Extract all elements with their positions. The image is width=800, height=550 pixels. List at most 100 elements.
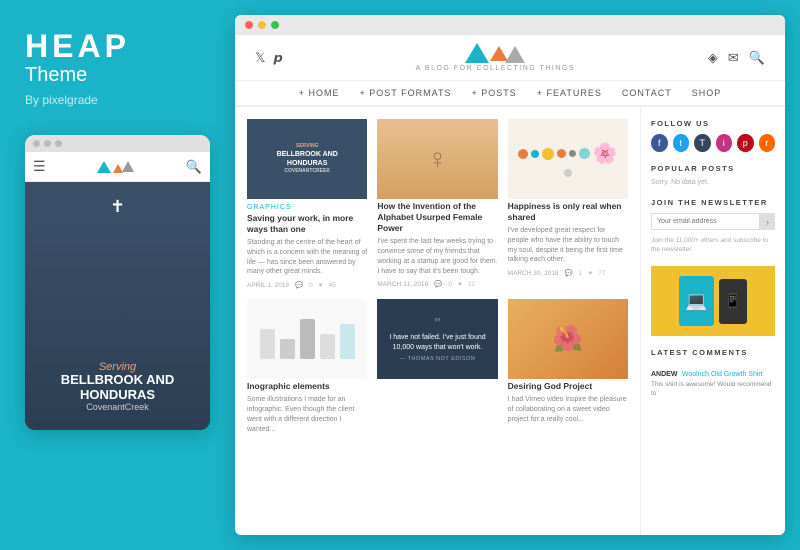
post-card: 🌸 Happiness is only real when shared I'v…: [508, 119, 628, 289]
nav-post-formats[interactable]: + POST FORMATS: [360, 88, 452, 98]
comment-icon: 💬: [434, 280, 442, 288]
mobile-header: ☰ 🔍: [25, 152, 210, 182]
browser-dot-close[interactable]: [245, 21, 253, 29]
pinterest-icon[interactable]: 𝙥: [273, 50, 282, 66]
logo-triangle-grey: [505, 46, 525, 63]
mobile-post-title: BELLBROOK AND HONDURAS: [35, 373, 200, 402]
search-icon[interactable]: 🔍: [749, 50, 765, 66]
comment-count: 0: [448, 281, 452, 288]
mobile-logo: [97, 161, 134, 173]
rss-icon[interactable]: ◈: [708, 50, 718, 66]
post-excerpt: Standing at the centre of the heart of w…: [247, 238, 367, 277]
post-date: MARCH 31, 2018: [377, 281, 428, 288]
logo-tri-teal: [97, 161, 111, 173]
browser-dot-minimize[interactable]: [258, 21, 266, 29]
sidebar-ad[interactable]: 💻 📱: [651, 266, 775, 336]
nav-features[interactable]: + FEATURES: [537, 88, 602, 98]
newsletter-title: JOIN THE NEWSLETTER: [651, 198, 775, 207]
site-header: 𝕏 𝙥 A BLOG FOR COLLECTING THINGS ◈ ✉ 🔍 +…: [235, 35, 785, 107]
post-image-alphabet: ♀: [377, 119, 497, 199]
site-header-top: 𝕏 𝙥 A BLOG FOR COLLECTING THINGS ◈ ✉ 🔍: [235, 35, 785, 80]
bellbrook-text: Serving BELLBROOK AND HONDURAS CovenantC…: [272, 138, 343, 179]
twitter-icon[interactable]: 𝕏: [255, 50, 265, 66]
post-title: Desiring God Project: [508, 381, 628, 392]
post-excerpt: Some illustrations I made for an infogra…: [247, 395, 367, 434]
post-meta: MARCH 31, 2018 💬 0 ♥ 22: [377, 280, 497, 288]
header-social-icons: 𝕏 𝙥: [255, 50, 283, 66]
posts-grid: Serving BELLBROOK AND HONDURAS CovenantC…: [247, 119, 628, 435]
comment-count: 1: [579, 270, 583, 277]
post-excerpt: I had Vimeo video inspire the pleasure o…: [508, 395, 628, 424]
post-excerpt: I've spent the last few weeks trying to …: [377, 237, 497, 276]
logo-triangles: [465, 43, 525, 63]
post-title: Saving your work, in more ways than one: [247, 213, 367, 235]
site-logo: A BLOG FOR COLLECTING THINGS: [416, 43, 575, 72]
post-card: " I have not failed. I've just found 10,…: [377, 299, 497, 434]
header-right-icons: ◈ ✉ 🔍: [708, 50, 765, 66]
post-meta: APRIL 1, 2018 💬 0 ♥ 45: [247, 281, 367, 289]
mobile-top-bar: [25, 135, 210, 152]
sidebar: FOLLOW US f t T i p r POPULAR POSTS Sorr…: [640, 107, 785, 535]
mobile-search-icon[interactable]: 🔍: [186, 159, 202, 175]
latest-comments-title: LATEST COMMENTS: [651, 348, 775, 357]
mobile-post-sub: CovenantCreek: [35, 402, 200, 412]
content-area: Serving BELLBROOK AND HONDURAS CovenantC…: [235, 107, 640, 535]
comment-icon: 💬: [565, 269, 573, 277]
like-icon: ♥: [458, 281, 462, 288]
like-count: 77: [598, 270, 605, 277]
nav-shop[interactable]: SHOP: [692, 88, 722, 98]
site-tagline: A BLOG FOR COLLECTING THINGS: [416, 65, 575, 72]
infographic-shapes: [260, 319, 355, 359]
mobile-content: ✝ Serving BELLBROOK AND HONDURAS Covenan…: [25, 182, 210, 430]
post-image-desiring: 🌺: [508, 299, 628, 379]
post-image-infographic: [247, 299, 367, 379]
follow-facebook[interactable]: f: [651, 134, 668, 152]
left-panel: HEAP Theme By pixelgrade ☰ 🔍 ✝ Servin: [0, 0, 235, 550]
follow-rss[interactable]: r: [759, 134, 776, 152]
mobile-preview: ☰ 🔍 ✝ Serving BELLBROOK AND HONDURAS: [25, 135, 210, 430]
hamburger-icon[interactable]: ☰: [33, 158, 46, 175]
mobile-text-overlay: Serving BELLBROOK AND HONDURAS CovenantC…: [25, 361, 210, 412]
post-card: Serving BELLBROOK AND HONDURAS CovenantC…: [247, 119, 367, 289]
quote-attribution: — THOMAS NOT EDISON: [385, 356, 489, 362]
like-count: 45: [329, 282, 336, 289]
brand-subtitle: Theme: [25, 64, 210, 87]
mobile-dot-3: [55, 140, 62, 147]
nav-home[interactable]: + HOME: [299, 88, 340, 98]
quote-body: I have not failed. I've just found 10,00…: [385, 333, 489, 353]
post-title: Inographic elements: [247, 381, 367, 392]
popular-posts-empty: Sorry. No data yet.: [651, 179, 775, 186]
alphabet-inner: ♀: [377, 119, 497, 199]
follow-instagram[interactable]: i: [716, 134, 733, 152]
newsletter-input[interactable]: [651, 213, 760, 230]
post-card: 🌺 Desiring God Project I had Vimeo video…: [508, 299, 628, 434]
follow-tumblr[interactable]: T: [694, 134, 711, 152]
comment-product[interactable]: Woolrich Old Growth Shirt: [682, 371, 763, 378]
site-main: Serving BELLBROOK AND HONDURAS CovenantC…: [235, 107, 785, 535]
desiring-shapes: 🌺: [552, 325, 583, 354]
post-title: How the Invention of the Alphabet Usurpe…: [377, 201, 497, 234]
browser-dot-maximize[interactable]: [271, 21, 279, 29]
newsletter-submit-button[interactable]: ›: [760, 213, 775, 230]
comment-entry: ANDEW Woolrich Old Growth Shirt This shi…: [651, 363, 775, 398]
like-icon: ♥: [319, 282, 323, 289]
post-date: APRIL 1, 2018: [247, 282, 289, 289]
post-title: Happiness is only real when shared: [508, 201, 628, 223]
popular-posts-title: POPULAR POSTS: [651, 164, 775, 173]
newsletter-desc: Join the 11,000+ others and subscribe to…: [651, 236, 775, 254]
post-card: Inographic elements Some illustrations I…: [247, 299, 367, 434]
brand-title: HEAP: [25, 30, 210, 62]
right-panel: 𝕏 𝙥 A BLOG FOR COLLECTING THINGS ◈ ✉ 🔍 +…: [235, 15, 785, 535]
post-category: GRAPHICS: [247, 204, 367, 211]
comment-count: 0: [309, 282, 313, 289]
comment-text: This shirt is awesome! Would recommend t…: [651, 381, 775, 398]
quote-mark: ": [385, 317, 489, 333]
site-nav: + HOME + POST FORMATS + POSTS + FEATURES…: [235, 80, 785, 106]
quote-block: " I have not failed. I've just found 10,…: [385, 317, 489, 362]
nav-contact[interactable]: CONTACT: [622, 88, 672, 98]
post-excerpt: I've developed great respect for people …: [508, 226, 628, 265]
mail-icon[interactable]: ✉: [728, 50, 739, 66]
nav-posts[interactable]: + POSTS: [471, 88, 516, 98]
follow-pinterest[interactable]: p: [737, 134, 754, 152]
follow-twitter[interactable]: t: [673, 134, 690, 152]
